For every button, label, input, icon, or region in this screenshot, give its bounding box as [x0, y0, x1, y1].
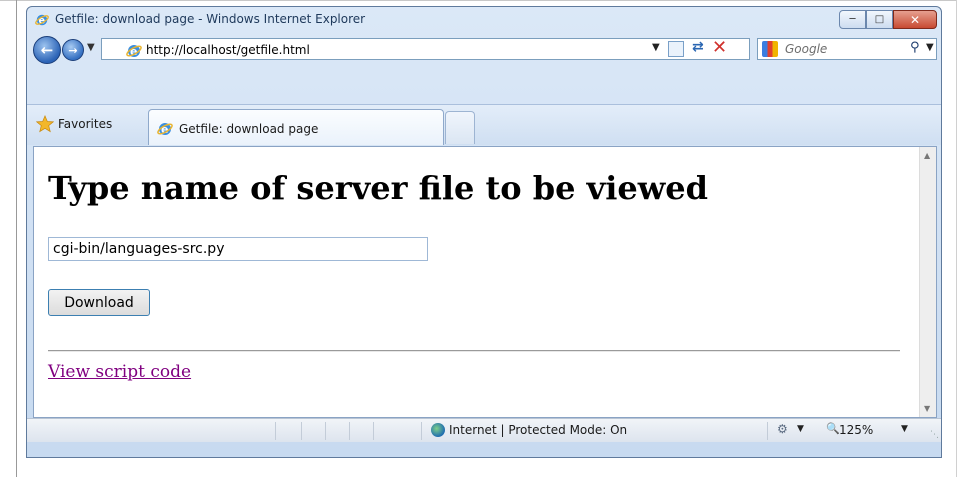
- zoom-icon[interactable]: 🔍: [826, 422, 840, 435]
- minimize-button[interactable]: ─: [839, 10, 866, 29]
- status-divider: [301, 422, 302, 440]
- navigation-bar: ← → ▼ e http://localhost/getfile.html ▼ …: [27, 35, 941, 67]
- scroll-down-icon[interactable]: ▼: [924, 404, 930, 413]
- title-bar: e Getfile: download page - Windows Inter…: [27, 7, 941, 33]
- search-box[interactable]: Google ⚲ ▼: [757, 38, 937, 60]
- security-dropdown-icon[interactable]: ▼: [797, 424, 804, 434]
- status-divider: [373, 422, 374, 440]
- page-border-top: [0, 0, 957, 1]
- forward-button[interactable]: →: [62, 39, 84, 61]
- compatibility-view-icon[interactable]: [668, 41, 684, 57]
- google-icon: [762, 41, 778, 57]
- new-tab-button[interactable]: [445, 111, 475, 144]
- internet-globe-icon: [431, 423, 445, 437]
- stop-icon[interactable]: ✕: [712, 37, 727, 58]
- search-options-dropdown[interactable]: ▼: [926, 42, 934, 53]
- refresh-icon[interactable]: ⇄: [692, 39, 704, 55]
- status-divider: [767, 422, 768, 440]
- status-divider: [275, 422, 276, 440]
- status-divider: [421, 422, 422, 440]
- tab-label: Getfile: download page: [179, 122, 319, 136]
- favorites-button[interactable]: Favorites: [58, 117, 112, 131]
- address-bar[interactable]: e http://localhost/getfile.html ▼ ⇄ ✕: [101, 37, 750, 60]
- status-divider: [349, 422, 350, 440]
- url-text[interactable]: http://localhost/getfile.html: [146, 43, 310, 57]
- scroll-up-icon[interactable]: ▲: [924, 151, 930, 160]
- favorites-star-icon: [36, 115, 54, 133]
- address-dropdown-icon[interactable]: ▼: [652, 42, 660, 53]
- status-bar: Internet | Protected Mode: On ⚙ ▼ 🔍 125%…: [27, 418, 941, 442]
- horizontal-rule: [48, 350, 900, 352]
- window-title: Getfile: download page - Windows Interne…: [55, 12, 366, 26]
- tab-ie-icon: e: [157, 123, 173, 136]
- view-script-code-link[interactable]: View script code: [48, 362, 191, 382]
- security-icon[interactable]: ⚙: [777, 422, 788, 436]
- resize-grip-icon[interactable]: ⋱: [930, 430, 939, 440]
- page-ie-icon: e: [126, 45, 142, 58]
- close-button[interactable]: ✕: [893, 10, 937, 29]
- zoom-level[interactable]: 125%: [839, 423, 873, 437]
- page-border-left: [16, 0, 17, 477]
- page-title: Type name of server file to be viewed: [48, 169, 709, 207]
- search-input[interactable]: Google: [785, 42, 827, 56]
- search-icon[interactable]: ⚲: [910, 40, 920, 55]
- security-zone-text[interactable]: Internet | Protected Mode: On: [449, 423, 627, 437]
- tab-getfile[interactable]: e Getfile: download page: [148, 109, 444, 145]
- maximize-button[interactable]: □: [866, 10, 893, 29]
- download-button[interactable]: Download: [48, 289, 150, 316]
- ie-logo-icon: e: [35, 14, 49, 27]
- filename-input[interactable]: [48, 237, 428, 261]
- recent-pages-dropdown[interactable]: ▼: [87, 42, 95, 53]
- back-button[interactable]: ←: [33, 36, 61, 64]
- page-content: Type name of server file to be viewed Do…: [33, 146, 937, 418]
- browser-window: e Getfile: download page - Windows Inter…: [26, 6, 942, 458]
- status-divider: [325, 422, 326, 440]
- tab-bar: Favorites e Getfile: download page: [27, 104, 941, 145]
- zoom-dropdown-icon[interactable]: ▼: [901, 424, 908, 434]
- vertical-scrollbar[interactable]: ▲ ▼: [919, 147, 936, 417]
